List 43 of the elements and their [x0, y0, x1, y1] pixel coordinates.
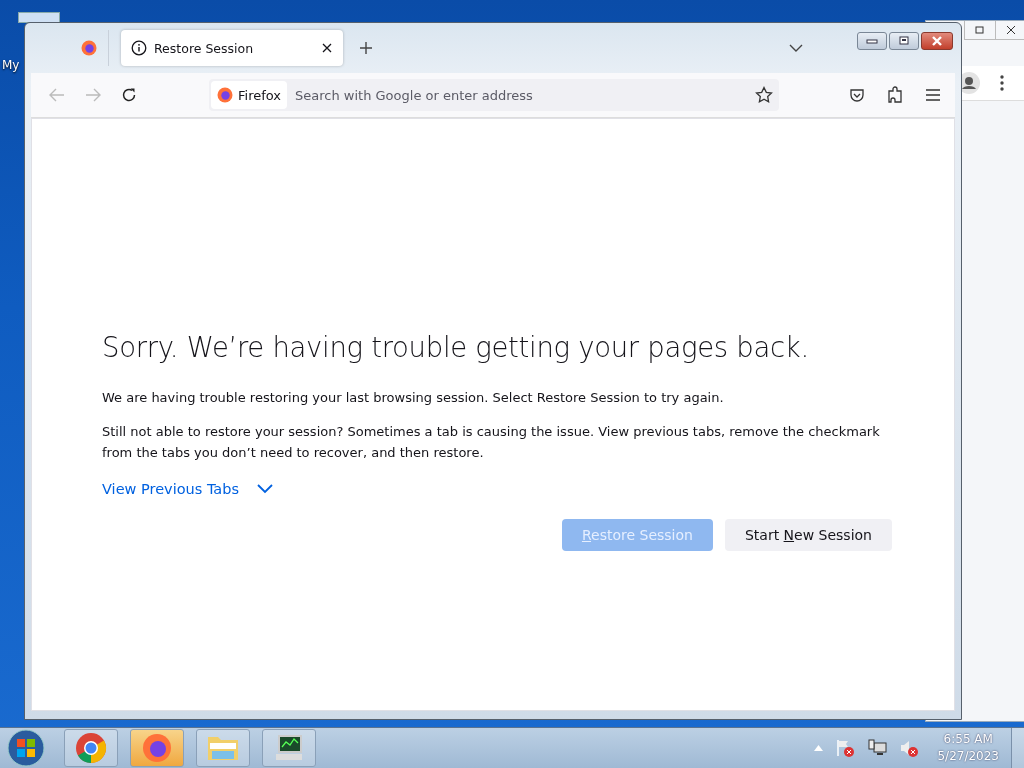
firefox-icon [217, 87, 233, 103]
view-tabs-toggle[interactable]: View Previous Tabs [102, 481, 273, 497]
identity-button[interactable]: Firefox [211, 81, 288, 109]
message-text: Still not able to restore your session? Sometimes a tab is causing the issue. View previous tabs, remove the checkmark from the tabs you don’t need to recover, and then restore. [102, 423, 881, 462]
more-icon[interactable] [1000, 75, 1004, 91]
taskbar-button[interactable] [262, 729, 316, 767]
network-icon[interactable] [867, 738, 888, 758]
taskbar-button[interactable] [130, 729, 184, 767]
reload-icon[interactable] [121, 87, 137, 103]
minimize-button[interactable] [857, 32, 887, 50]
browser-tab[interactable]: Restore Session [121, 30, 343, 66]
close-icon [930, 36, 944, 46]
message-text: We are having trouble restoring your last browsing session. Select Restore Session to try again. [102, 389, 725, 407]
close-button[interactable] [921, 32, 953, 50]
clock-time: 6:55 AM [943, 731, 993, 748]
star-icon[interactable] [755, 86, 773, 104]
desktop-icon-label: My [2, 58, 20, 72]
search-field[interactable]: Search with Google or enter address [287, 87, 755, 103]
pocket-icon[interactable] [849, 87, 865, 103]
taskbar-button[interactable] [64, 729, 118, 767]
flag-alert-icon[interactable] [835, 738, 856, 758]
close-icon [1006, 25, 1016, 35]
start-button[interactable] [6, 728, 46, 768]
address-bar[interactable]: Firefox Search with Google or enter address [209, 79, 779, 111]
firefox-icon [141, 732, 173, 764]
error-heading: Sorry. We’re having trouble getting your pages back. [102, 331, 810, 363]
puzzle-icon[interactable] [887, 86, 903, 104]
clock-date: 5/27/2023 [937, 748, 999, 765]
info-icon [131, 40, 147, 56]
maximize-icon [898, 36, 910, 46]
close-tab-icon[interactable] [321, 42, 333, 54]
volume-muted-icon[interactable] [899, 738, 920, 758]
maximize-button[interactable] [889, 32, 919, 50]
minimize-icon [866, 38, 878, 44]
new-tab-icon[interactable] [359, 41, 373, 55]
menu-icon[interactable] [925, 88, 941, 102]
new-session-button[interactable]: Start New Session [724, 519, 892, 551]
chrome-icon [75, 732, 107, 764]
firefox-icon [80, 40, 97, 56]
chevron-icon [257, 484, 273, 494]
restore-icon [975, 25, 985, 35]
close-button[interactable] [995, 21, 1024, 40]
tab-list-icon[interactable] [789, 44, 803, 52]
